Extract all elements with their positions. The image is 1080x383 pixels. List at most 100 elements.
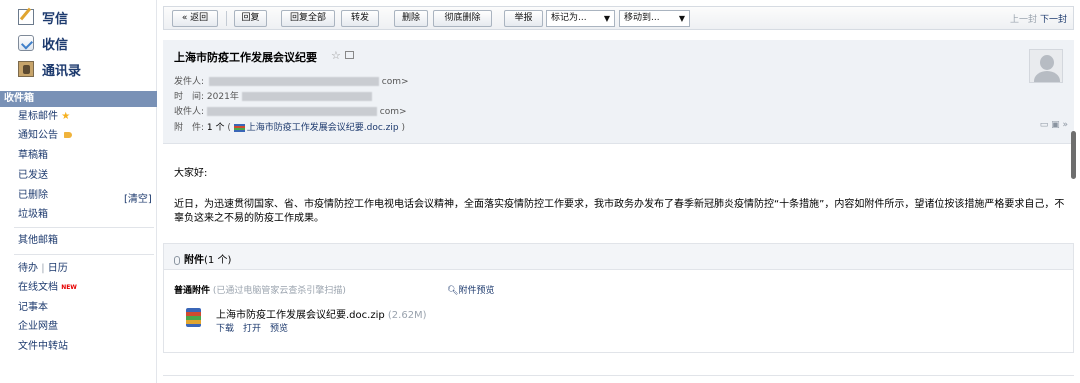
open-link[interactable]: 打开 (243, 321, 261, 334)
scan-note: (已通过电脑管家云查杀引擎扫描) (212, 286, 346, 296)
delete-button[interactable]: 删除 (394, 10, 428, 27)
online-docs-label: 在线文档 (18, 282, 58, 293)
recipient-row: 收件人: com> (174, 104, 407, 117)
sidebar-item-notes[interactable]: 记事本 (18, 301, 48, 315)
redacted-sender (208, 77, 379, 86)
contacts-button[interactable]: 通讯录 (18, 59, 81, 79)
chevron-down-icon: ▼ (678, 14, 685, 23)
contacts-label: 通讯录 (42, 63, 82, 79)
attachment-count: 1 个 (206, 123, 225, 133)
attachment-link[interactable]: 上海市防疫工作发展会议纪要.doc.zip (233, 123, 402, 133)
sidebar-item-spam[interactable]: 垃圾箱 (18, 208, 48, 222)
sidebar-item-sent[interactable]: 已发送 (18, 169, 48, 183)
pencil-icon (18, 9, 34, 25)
move-to-label: 移动到... (624, 13, 660, 23)
attachment-preview-label: 附件预览 (458, 286, 495, 296)
starred-label: 星标邮件 (18, 111, 58, 122)
attachments-count: (1 个) (204, 255, 232, 266)
sidebar-item-notices[interactable]: 通知公告 (18, 129, 73, 143)
sidebar-item-netdisk[interactable]: 企业网盘 (18, 320, 58, 334)
attachment-link-text: 上海市防疫工作发展会议纪要.doc.zip (246, 123, 399, 133)
sender-tail: com> (381, 77, 409, 87)
move-to-dropdown[interactable]: 移动到... ▼ (619, 10, 690, 27)
attachments-header: 附件(1 个) (164, 244, 1073, 270)
mail-subject: 上海市防疫工作发展会议纪要 (174, 51, 317, 64)
sidebar: 写信 收信 通讯录 收件箱 星标邮件 ★ 通知公告 草稿箱 已发送 已删除 [清… (0, 0, 157, 383)
redacted-time (241, 92, 372, 101)
zip-icon (233, 123, 245, 132)
prev-message-link[interactable]: 上一封 (1010, 12, 1037, 25)
mail-greeting: 大家好: (174, 168, 208, 179)
sidebar-item-other-mailbox[interactable]: 其他邮箱 (18, 234, 58, 248)
address-book-icon (18, 61, 34, 77)
mark-as-label: 标记为... (551, 13, 587, 23)
print-icon[interactable]: ▣ (1051, 120, 1060, 130)
avatar[interactable] (1029, 49, 1063, 83)
new-badge: NEW (61, 284, 77, 291)
sidebar-item-deleted[interactable]: 已删除 (18, 189, 48, 203)
chevron-down-icon: ▼ (603, 14, 610, 23)
todo-calendar-row: 待办 | 日历 (18, 262, 68, 276)
attachments-panel: 附件(1 个) 普通附件 (已通过电脑管家云查杀引擎扫描) 🔍︎附件预览 上海市… (163, 243, 1074, 353)
sidebar-item-starred[interactable]: 星标邮件 ★ (18, 110, 70, 124)
divider (163, 375, 1074, 383)
paren-close: ) (401, 123, 405, 133)
sender-label: 发件人: (174, 77, 205, 87)
expand-icon[interactable]: » (1062, 120, 1068, 130)
attachment-label: 附 件: (174, 123, 205, 133)
attachment-row: 附 件: 1 个 ( 上海市防疫工作发展会议纪要.doc.zip ) (174, 120, 405, 133)
normal-attachment-title: 普通附件 (174, 286, 211, 296)
permanent-delete-button[interactable]: 彻底删除 (433, 10, 492, 27)
preview-link[interactable]: 预览 (270, 321, 288, 334)
attachment-file: 上海市防疫工作发展会议纪要.doc.zip (2.62M) (216, 306, 427, 321)
paperclip-icon (174, 255, 180, 265)
time-value: 2021年 (206, 92, 239, 102)
sidebar-item-drafts[interactable]: 草稿箱 (18, 149, 48, 163)
write-button[interactable]: 写信 (18, 7, 68, 27)
speaker-icon (64, 132, 73, 138)
next-message-link[interactable]: 下一封 (1040, 12, 1067, 25)
popout-icon[interactable] (345, 51, 354, 59)
sidebar-item-file-transfer[interactable]: 文件中转站 (18, 340, 68, 354)
notices-label: 通知公告 (18, 130, 58, 141)
sidebar-item-online-docs[interactable]: 在线文档 NEW (18, 281, 77, 295)
inbox-icon (18, 35, 34, 51)
write-label: 写信 (42, 11, 69, 27)
mail-toolbar: « 返回 回复 回复全部 转发 删除 彻底删除 举报 标记为... ▼ 移动到.… (163, 6, 1074, 30)
divider (14, 227, 154, 228)
sender-row: 发件人: com> (174, 74, 409, 87)
sidebar-item-todo[interactable]: 待办 (18, 263, 38, 274)
scrollbar-thumb[interactable] (1071, 131, 1076, 179)
recipient-tail: com> (379, 107, 407, 117)
reply-button[interactable]: 回复 (234, 10, 267, 27)
reply-all-button[interactable]: 回复全部 (281, 10, 335, 27)
search-icon: 🔍︎ (447, 286, 459, 296)
receive-label: 收信 (42, 37, 69, 53)
note-icon[interactable]: ▭ (1040, 120, 1049, 130)
mail-header: 上海市防疫工作发展会议纪要 ☆ 发件人: com> 时 间: 2021年 收件人… (163, 40, 1074, 144)
separator: | (41, 263, 45, 274)
star-icon[interactable]: ☆ (331, 49, 341, 62)
normal-attachment-label: 普通附件 (已通过电脑管家云查杀引擎扫描) (174, 283, 346, 296)
receive-button[interactable]: 收信 (18, 33, 68, 53)
clear-trash-link[interactable]: [清空] (124, 190, 152, 205)
forward-button[interactable]: 转发 (341, 10, 379, 27)
report-button[interactable]: 举报 (504, 10, 543, 27)
divider (226, 11, 227, 26)
back-button[interactable]: « 返回 (172, 10, 218, 27)
mark-as-dropdown[interactable]: 标记为... ▼ (546, 10, 615, 27)
sidebar-item-inbox[interactable]: 收件箱 (0, 91, 157, 107)
divider (14, 254, 154, 255)
paren-open: ( (227, 123, 231, 133)
attachment-preview-link[interactable]: 🔍︎附件预览 (447, 283, 494, 296)
star-icon: ★ (61, 111, 71, 122)
time-label: 时 间: (174, 92, 205, 102)
attachments-title-text: 附件 (184, 255, 204, 266)
zip-file-icon[interactable] (186, 308, 201, 327)
sidebar-item-calendar[interactable]: 日历 (48, 263, 68, 274)
time-row: 时 间: 2021年 (174, 89, 372, 102)
recipient-label: 收件人: (174, 107, 205, 117)
download-link[interactable]: 下载 (216, 321, 234, 334)
attachment-file-size: (2.62M) (387, 310, 427, 321)
redacted-recipient (206, 107, 377, 116)
